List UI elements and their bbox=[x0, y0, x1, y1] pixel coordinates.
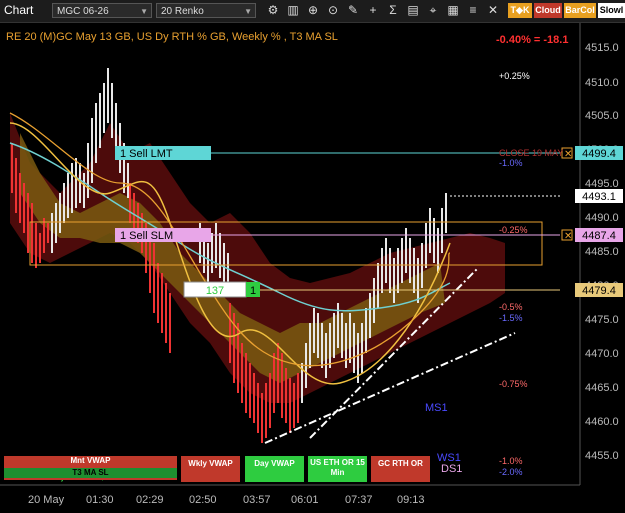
price-chart[interactable]: 1 Sell LMT 1 Sell SLM ✕ ✕ 137 1 RE 20 (M… bbox=[0, 23, 625, 513]
pct-change: -0.40% = -18.1 bbox=[496, 34, 568, 46]
zoom-icon[interactable]: ⊙ bbox=[325, 2, 341, 18]
price-tick: 4490.0 bbox=[585, 212, 619, 224]
mnt-vwap-label: Mnt VWAP bbox=[70, 456, 111, 465]
lines-icon[interactable]: ≡ bbox=[465, 2, 481, 18]
slow-button[interactable]: Slowl bbox=[598, 3, 625, 18]
price-tick: 4465.0 bbox=[585, 382, 619, 394]
time-tick: 01:30 bbox=[86, 494, 114, 506]
ms1-label: MS1 bbox=[425, 402, 448, 414]
price-tick: 4475.0 bbox=[585, 314, 619, 326]
pct-label-minus15: -1.5% bbox=[499, 313, 523, 323]
wkly-vwap-button[interactable]: Wkly VWAP bbox=[181, 456, 240, 482]
pct-label-minus2: -2.0% bbox=[499, 467, 523, 477]
gear-icon[interactable]: ⚙ bbox=[265, 2, 281, 18]
position-qty: 137 bbox=[206, 285, 224, 297]
time-tick: 03:57 bbox=[243, 494, 271, 506]
plus-icon[interactable]: + bbox=[365, 2, 381, 18]
time-tick: 02:50 bbox=[189, 494, 217, 506]
time-tick: 07:37 bbox=[345, 494, 373, 506]
pct-label-minus075: -0.75% bbox=[499, 379, 528, 389]
chevron-down-icon: ▼ bbox=[140, 7, 148, 16]
tk-button[interactable]: T◆K bbox=[508, 3, 532, 18]
close-icon: ✕ bbox=[564, 149, 572, 160]
price-tick: 4485.0 bbox=[585, 246, 619, 258]
pct-label-minus1b: -1.0% bbox=[499, 456, 523, 466]
sell-slm-label: 1 Sell SLM bbox=[120, 230, 173, 242]
chevron-down-icon: ▼ bbox=[244, 7, 252, 16]
chart-bars-icon[interactable]: ▥ bbox=[285, 2, 301, 18]
window-title: Chart bbox=[4, 3, 34, 17]
cloud-button[interactable]: Cloud bbox=[534, 3, 562, 18]
price-tick: 4510.0 bbox=[585, 77, 619, 89]
pct-label-minus05: -0.5% bbox=[499, 302, 523, 312]
sum-icon[interactable]: Σ bbox=[385, 2, 401, 18]
price-tag-slm-text: 4487.4 bbox=[582, 230, 616, 242]
chart-toolbar: Chart MGC 06-26 ▼ 20 Renko ▼ ⚙ ▥ ⊕ ⊙ ✎ +… bbox=[0, 0, 625, 23]
grid-icon[interactable]: ▦ bbox=[445, 2, 461, 18]
price-tick: 4460.0 bbox=[585, 416, 619, 428]
gc-rth-or-button[interactable]: GC RTH OR bbox=[371, 456, 430, 482]
ds1-label: DS1 bbox=[441, 463, 462, 475]
price-tag-lmt-text: 4499.4 bbox=[582, 148, 616, 160]
chart-background bbox=[0, 23, 625, 513]
instrument-value: MGC 06-26 bbox=[57, 6, 109, 17]
time-tick: 09:13 bbox=[397, 494, 425, 506]
price-tag-pos-text: 4479.4 bbox=[582, 285, 616, 297]
bar-type-value: 20 Renko bbox=[161, 6, 204, 17]
price-tick: 4505.0 bbox=[585, 110, 619, 122]
barcol-button[interactable]: BarCol bbox=[564, 3, 596, 18]
price-tick: 4515.0 bbox=[585, 42, 619, 54]
price-tick: 4455.0 bbox=[585, 450, 619, 462]
pct-label-close: CLOSE 19 MAY bbox=[499, 148, 563, 158]
pct-label-plus025: +0.25% bbox=[499, 71, 530, 81]
close-icon: ✕ bbox=[564, 231, 572, 242]
t3-ma-label: T3 MA SL bbox=[4, 468, 177, 478]
day-vwap-button[interactable]: Day VWAP bbox=[245, 456, 304, 482]
doc-icon[interactable]: ▤ bbox=[405, 2, 421, 18]
time-tick: 20 May bbox=[28, 494, 65, 506]
instrument-selector[interactable]: MGC 06-26 ▼ bbox=[52, 3, 152, 18]
sell-lmt-label: 1 Sell LMT bbox=[120, 148, 173, 160]
crosshair-icon[interactable]: ⊕ bbox=[305, 2, 321, 18]
pin-icon[interactable]: ⌖ bbox=[425, 2, 441, 18]
time-tick: 02:29 bbox=[136, 494, 164, 506]
pct-label-minus1: -1.0% bbox=[499, 158, 523, 168]
pct-label-minus025: -0.25% bbox=[499, 225, 528, 235]
price-tick: 4470.0 bbox=[585, 348, 619, 360]
position-count: 1 bbox=[250, 285, 256, 297]
time-tick: 06:01 bbox=[291, 494, 319, 506]
bar-type-selector[interactable]: 20 Renko ▼ bbox=[156, 3, 256, 18]
price-tag-last-text: 4493.1 bbox=[582, 191, 616, 203]
cross-icon[interactable]: ✕ bbox=[485, 2, 501, 18]
us-eth-or-button[interactable]: US ETH OR 15 Min bbox=[308, 456, 367, 482]
mnt-vwap-button[interactable]: Mnt VWAP T3 MA SL bbox=[4, 456, 177, 480]
pencil-icon[interactable]: ✎ bbox=[345, 2, 361, 18]
chart-header: RE 20 (M)GC May 13 GB, US Dy RTH % GB, W… bbox=[6, 31, 338, 43]
price-tick: 4495.0 bbox=[585, 178, 619, 190]
